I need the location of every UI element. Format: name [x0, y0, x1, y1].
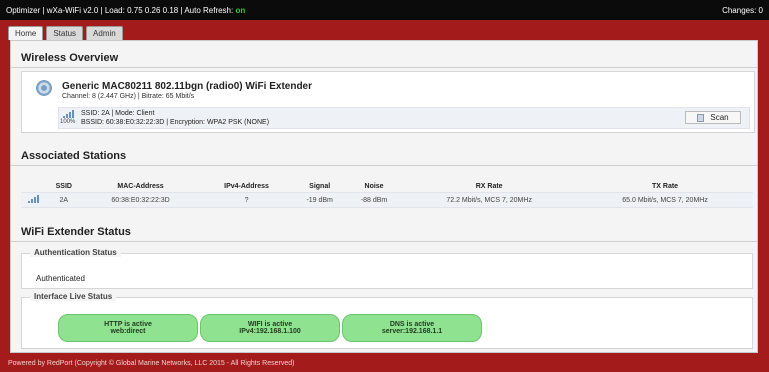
- auto-refresh-toggle[interactable]: on: [235, 6, 245, 15]
- extender-status-section: WiFi Extender Status: [11, 223, 757, 242]
- station-rx-rate: 72.2 Mbit/s, MCS 7, 20MHz: [401, 192, 578, 208]
- dns-status-pill: DNS is active server:192.168.1.1: [342, 314, 482, 342]
- authentication-value: Authenticated: [36, 274, 85, 283]
- column-header-ipv4: IPv4-Address: [224, 183, 269, 190]
- signal-strength-icon: [63, 110, 74, 118]
- column-header-mac: MAC-Address: [117, 183, 164, 190]
- ssid-row: 100% SSID: 2A | Mode: Client BSSID: 60:3…: [58, 107, 750, 129]
- signal-column-header: [21, 181, 47, 193]
- footer-copyright: Powered by RedPort (Copyright © Global M…: [8, 360, 295, 367]
- wireless-overview-box: Generic MAC80211 802.11bgn (radio0) WiFi…: [21, 71, 755, 133]
- authentication-status-box: Authentication Status Authenticated: [21, 248, 753, 289]
- top-status-bar: Optimizer | wXa-WiFi v2.0 | Load: 0.75 0…: [0, 0, 769, 20]
- wifi-status-line1: WIFI is active: [247, 321, 293, 328]
- station-noise: -88 dBm: [346, 192, 402, 208]
- bssid-encryption: BSSID: 60:38:E0:32:22:3D | Encryption: W…: [81, 119, 270, 126]
- device-channel-bitrate: Channel: 8 (2.447 GHz) | Bitrate: 65 Mbi…: [62, 93, 195, 100]
- column-header-signal: Signal: [309, 183, 331, 190]
- http-status-line1: HTTP is active: [104, 321, 152, 328]
- station-mac: 60:38:E0:32:22:3D: [80, 192, 201, 208]
- tab-status[interactable]: Status: [46, 26, 84, 40]
- wifi-status-line2: IPv4:192.168.1.100: [239, 328, 301, 335]
- wireless-overview-section: Wireless Overview: [11, 49, 757, 68]
- tab-admin[interactable]: Admin: [86, 26, 123, 40]
- device-name: Generic MAC80211 802.11bgn (radio0) WiFi…: [62, 81, 312, 92]
- associated-stations-heading: Associated Stations: [11, 147, 757, 166]
- ssid-mode: SSID: 2A | Mode: Client: [81, 110, 155, 117]
- scan-label: Scan: [710, 113, 729, 122]
- http-status-pill: HTTP is active web:direct: [58, 314, 198, 342]
- wireless-overview-heading: Wireless Overview: [11, 49, 757, 68]
- authentication-status-legend: Authentication Status: [30, 248, 121, 257]
- wifi-status-pill: WIFI is active IPv4:192.168.1.100: [200, 314, 340, 342]
- column-header-rx-rate: RX Rate: [475, 183, 503, 190]
- station-signal-icon: [28, 195, 39, 203]
- station-ipv4: ?: [200, 192, 293, 208]
- column-header-noise: Noise: [364, 183, 384, 190]
- dns-status-line2: server:192.168.1.1: [381, 328, 443, 335]
- scan-button[interactable]: Scan: [685, 111, 741, 124]
- associated-stations-section: Associated Stations: [11, 147, 757, 166]
- status-info: Optimizer | wXa-WiFi v2.0 | Load: 0.75 0…: [6, 6, 245, 15]
- signal-percent: 100%: [60, 119, 76, 125]
- changes-counter[interactable]: Changes: 0: [722, 6, 763, 15]
- station-ssid: 2A: [47, 192, 81, 208]
- status-text: Optimizer | wXa-WiFi v2.0 | Load: 0.75 0…: [6, 5, 234, 15]
- column-header-tx-rate: TX Rate: [652, 183, 679, 190]
- dns-status-line1: DNS is active: [389, 321, 435, 328]
- main-content: Wireless Overview Generic MAC80211 802.1…: [10, 40, 758, 353]
- scan-icon: [697, 113, 705, 122]
- table-row: 2A 60:38:E0:32:22:3D ? -19 dBm -88 dBm 7…: [21, 192, 753, 208]
- wireless-radio-icon: [36, 80, 52, 96]
- column-header-ssid: SSID: [55, 183, 72, 190]
- interface-live-status-box: Interface Live Status HTTP is active web…: [21, 292, 753, 349]
- interface-live-status-legend: Interface Live Status: [30, 292, 117, 301]
- main-tabs: Home Status Admin: [8, 26, 123, 40]
- station-signal-icon-cell: [21, 192, 47, 208]
- stations-table: SSID MAC-Address IPv4-Address Signal Noi…: [21, 181, 753, 208]
- stations-header-row: SSID MAC-Address IPv4-Address Signal Noi…: [21, 181, 753, 193]
- tab-home[interactable]: Home: [8, 26, 44, 40]
- http-status-line2: web:direct: [110, 328, 146, 335]
- station-tx-rate: 65.0 Mbit/s, MCS 7, 20MHz: [577, 192, 753, 208]
- extender-status-heading: WiFi Extender Status: [11, 223, 757, 242]
- station-signal: -19 dBm: [292, 192, 347, 208]
